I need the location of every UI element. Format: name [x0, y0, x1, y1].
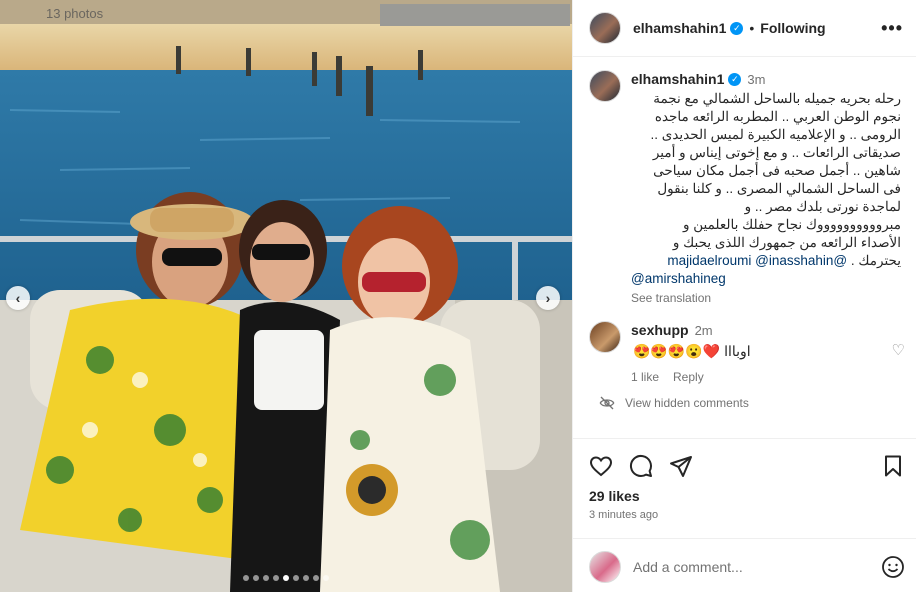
caption-line: الرومى .. و الإعلاميه الكبيرة لميس الحدي…: [650, 127, 901, 142]
carousel-indicator: [0, 575, 572, 581]
carousel-dot: [283, 575, 289, 581]
add-comment-row: [589, 551, 905, 583]
more-horizontal-icon[interactable]: •••: [881, 18, 903, 39]
mention-link[interactable]: @amirshahineg: [631, 271, 726, 286]
caption-line: يحترمك . @majidaelroumi @inasshahin: [631, 252, 901, 270]
caption-line: لماجدة نورتى بلدك مصر .. و: [744, 199, 901, 214]
see-translation-link[interactable]: See translation: [631, 291, 905, 305]
author-username[interactable]: elhamshahin1: [633, 20, 726, 36]
caption-line: فى الساحل الشمالي المصرى .. و كلنا بنقول: [657, 181, 901, 196]
caption-username[interactable]: elhamshahin1: [631, 71, 724, 87]
post-photo[interactable]: 13 photos ‹ ›: [0, 0, 572, 592]
bookmark-icon[interactable]: [881, 454, 905, 478]
beach-photo-illustration: [0, 0, 572, 592]
header-separator: •: [749, 20, 755, 36]
likes-count[interactable]: 29 likes: [589, 488, 640, 504]
previous-photo-button[interactable]: ‹: [6, 286, 30, 310]
caption-line: نجوم الوطن العربي .. المطربه الرائعه ماج…: [654, 109, 901, 124]
share-icon[interactable]: [669, 454, 693, 478]
commenter-username[interactable]: sexhupp: [631, 322, 689, 338]
post-header: elhamshahin1 ✓ • Following •••: [573, 0, 916, 57]
chevron-left-icon: ‹: [15, 290, 21, 306]
carousel-dot: [263, 575, 269, 581]
commenter-avatar[interactable]: [589, 321, 621, 353]
caption-line: شاهين .. أجمل صحبه فى أجمل مكان سياحى: [653, 163, 901, 178]
current-user-avatar: [589, 551, 621, 583]
post-actions-bar: [589, 452, 905, 480]
divider: [573, 538, 916, 539]
caption-line: صديقاتى الرائعات .. و مع إخوتى إيناس و أ…: [652, 145, 901, 160]
post-timestamp[interactable]: 3 minutes ago: [589, 509, 658, 521]
post-details-panel: elhamshahin1 ✓ • Following ••• elhamshah…: [572, 0, 916, 592]
caption-text: رحله بحريه جميله بالساحل الشمالي مع نجمة…: [631, 90, 901, 288]
caption-block: elhamshahin1 ✓ 3m رحله بحريه جميله بالسا…: [589, 70, 905, 305]
caption-line: الأصداء الرائعه من جمهورك اللذى يحبك و: [672, 235, 901, 250]
verified-badge-icon: ✓: [730, 21, 744, 35]
carousel-dot: [253, 575, 259, 581]
carousel-dot: [313, 575, 319, 581]
caption-line: @amirshahineg: [631, 270, 901, 288]
carousel-dot: [293, 575, 299, 581]
like-comment-heart-icon[interactable]: ♡: [892, 341, 905, 359]
carousel-dot: [323, 575, 329, 581]
photo-count: 13 photos: [46, 6, 104, 21]
chevron-right-icon: ›: [545, 290, 551, 306]
next-photo-button[interactable]: ›: [536, 286, 560, 310]
mention-link[interactable]: @inasshahin: [755, 253, 833, 268]
reply-button[interactable]: Reply: [673, 370, 704, 384]
view-hidden-comments-button[interactable]: View hidden comments: [599, 395, 749, 411]
caption-line-end: يحترمك .: [850, 253, 901, 268]
view-hidden-comments-label: View hidden comments: [625, 396, 749, 410]
comment-emojis: ❤️😮😍😍😍: [633, 343, 721, 359]
carousel-dot: [243, 575, 249, 581]
comment-item: sexhupp 2m اوبااا ❤️😮😍😍😍 1 like Reply ♡: [589, 321, 905, 384]
carousel-dot: [273, 575, 279, 581]
add-comment-input[interactable]: [633, 559, 881, 575]
author-avatar[interactable]: [589, 12, 621, 44]
verified-badge-icon: ✓: [728, 72, 742, 86]
caption-author-avatar[interactable]: [589, 70, 621, 102]
eye-off-icon: [599, 396, 615, 410]
comment-icon[interactable]: [629, 454, 653, 478]
carousel-dot: [303, 575, 309, 581]
caption-time[interactable]: 3m: [747, 72, 765, 87]
comment-text: اوبااا ❤️😮😍😍😍: [631, 343, 905, 360]
caption-line: مبرووووووووووك نجاح حفلك بالعلمين و: [682, 217, 901, 232]
emoji-icon[interactable]: [881, 555, 905, 579]
comment-likes-count[interactable]: 1 like: [631, 370, 659, 384]
following-button[interactable]: Following: [760, 20, 825, 36]
divider: [573, 438, 916, 439]
heart-icon[interactable]: [589, 454, 613, 478]
caption-line: رحله بحريه جميله بالساحل الشمالي مع نجمة: [653, 91, 901, 106]
comment-words: اوبااا: [724, 343, 751, 359]
comment-time[interactable]: 2m: [695, 323, 713, 338]
